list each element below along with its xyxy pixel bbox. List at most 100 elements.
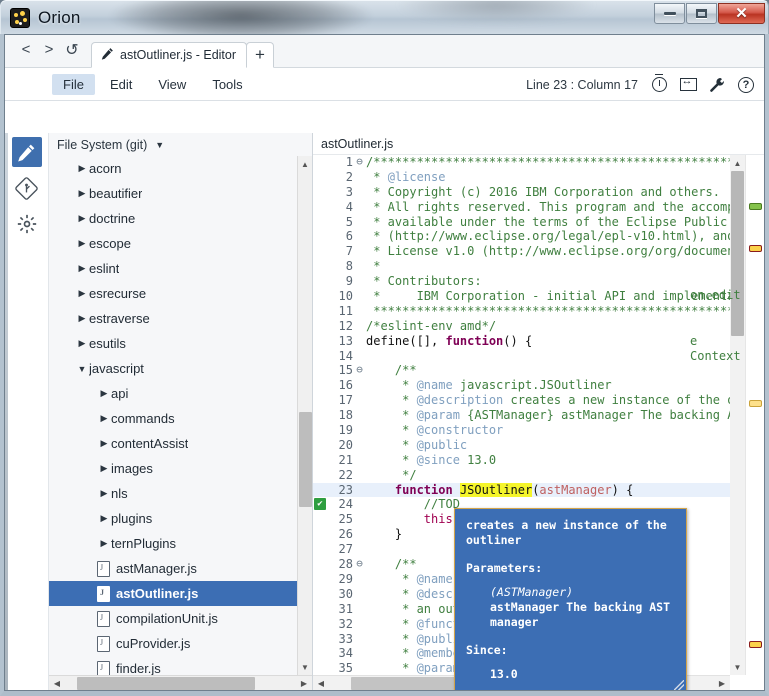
twisty-collapsed-icon[interactable]: ▶: [75, 238, 89, 249]
tree-file[interactable]: finder.js: [49, 656, 297, 675]
code-line[interactable]: 9 * Contributors:: [313, 274, 730, 289]
help-icon[interactable]: ?: [736, 75, 756, 95]
maximize-button[interactable]: [686, 3, 717, 24]
sidebar-vscroll-thumb[interactable]: [298, 412, 312, 507]
line-marker-gutter[interactable]: ✔: [313, 497, 329, 512]
tree-file[interactable]: astOutliner.js: [49, 581, 297, 606]
activity-settings-gear-icon[interactable]: [12, 209, 42, 239]
code-line[interactable]: 10 * IBM Corporation - initial API and i…: [313, 289, 730, 304]
tab-astoutliner-editor[interactable]: astOutliner.js - Editor: [91, 42, 248, 68]
line-marker-gutter[interactable]: [313, 215, 329, 230]
wrench-icon[interactable]: [707, 75, 727, 95]
tree-folder[interactable]: ▶ doctrine: [49, 206, 297, 231]
line-marker-gutter[interactable]: [313, 468, 329, 483]
line-marker-gutter[interactable]: [313, 185, 329, 200]
code-line[interactable]: 14: [313, 349, 730, 364]
line-marker-gutter[interactable]: [313, 363, 329, 378]
twisty-collapsed-icon[interactable]: ▶: [75, 313, 89, 324]
twisty-collapsed-icon[interactable]: ▶: [97, 438, 111, 449]
line-marker-gutter[interactable]: [313, 304, 329, 319]
code-line[interactable]: 12 /*eslint-env amd*/: [313, 319, 730, 334]
code-line[interactable]: 18 * @param {ASTManager} astManager The …: [313, 408, 730, 423]
editor-scroll-left-icon[interactable]: ◀: [313, 676, 329, 691]
menu-file[interactable]: File: [52, 73, 95, 95]
annotation-marker[interactable]: [749, 245, 762, 252]
twisty-collapsed-icon[interactable]: ▶: [75, 263, 89, 274]
line-marker-gutter[interactable]: [313, 661, 329, 675]
editor-scroll-down-icon[interactable]: ▼: [730, 659, 745, 675]
twisty-collapsed-icon[interactable]: ▶: [97, 488, 111, 499]
code-line[interactable]: 23 function JSOutliner(astManager) {: [313, 482, 730, 498]
resize-horizontal-icon[interactable]: [678, 75, 698, 95]
line-marker-gutter[interactable]: [313, 527, 329, 542]
code-line[interactable]: 13 define([], function() {: [313, 334, 730, 349]
tree-folder[interactable]: ▶ nls: [49, 481, 297, 506]
code-line[interactable]: 5 * available under the terms of the Ecl…: [313, 215, 730, 230]
line-marker-gutter[interactable]: [313, 483, 329, 498]
line-marker-gutter[interactable]: [313, 408, 329, 423]
line-marker-gutter[interactable]: [313, 229, 329, 244]
line-marker-gutter[interactable]: [313, 334, 329, 349]
code-line[interactable]: 19 * @constructor: [313, 423, 730, 438]
line-marker-gutter[interactable]: [313, 542, 329, 557]
code-line[interactable]: 15 ⊖ /**: [313, 363, 730, 378]
line-marker-gutter[interactable]: [313, 378, 329, 393]
menu-edit[interactable]: Edit: [99, 74, 143, 95]
code-line[interactable]: 3 * Copyright (c) 2016 IBM Corporation a…: [313, 185, 730, 200]
twisty-collapsed-icon[interactable]: ▶: [97, 388, 111, 399]
line-marker-gutter[interactable]: [313, 155, 329, 170]
back-icon[interactable]: <: [15, 38, 37, 62]
twisty-collapsed-icon[interactable]: ▶: [75, 213, 89, 224]
forward-icon[interactable]: >: [38, 38, 60, 62]
line-marker-gutter[interactable]: [313, 200, 329, 215]
sidebar-vscroll-track[interactable]: [298, 172, 313, 659]
tree-file[interactable]: astManager.js: [49, 556, 297, 581]
twisty-collapsed-icon[interactable]: ▶: [75, 288, 89, 299]
tree-folder[interactable]: ▶ api: [49, 381, 297, 406]
stopwatch-icon[interactable]: [649, 73, 669, 95]
editor-vscroll-track[interactable]: [730, 171, 745, 659]
close-button[interactable]: ✕: [718, 3, 765, 24]
new-tab-button[interactable]: +: [246, 42, 275, 68]
tree-folder[interactable]: ▶ beautifier: [49, 181, 297, 206]
code-line[interactable]: 8 *: [313, 259, 730, 274]
line-marker-gutter[interactable]: [313, 274, 329, 289]
line-marker-gutter[interactable]: [313, 587, 329, 602]
filesystem-selector[interactable]: File System (git) ▼: [49, 133, 312, 156]
code-area[interactable]: 1 ⊖/*************************************…: [313, 155, 764, 690]
line-marker-gutter[interactable]: [313, 646, 329, 661]
line-marker-gutter[interactable]: [313, 632, 329, 647]
twisty-collapsed-icon[interactable]: ▶: [97, 513, 111, 524]
code-line[interactable]: 21 * @since 13.0: [313, 453, 730, 468]
line-marker-gutter[interactable]: [313, 453, 329, 468]
code-line[interactable]: 7 * License v1.0 (http://www.eclipse.org…: [313, 244, 730, 259]
annotation-marker[interactable]: [749, 641, 762, 648]
tree-folder[interactable]: ▶ contentAssist: [49, 431, 297, 456]
code-line[interactable]: 17 * @description creates a new instance…: [313, 393, 730, 408]
line-marker-gutter[interactable]: [313, 393, 329, 408]
editor-vertical-scrollbar[interactable]: ▲ ▼: [730, 155, 745, 675]
twisty-collapsed-icon[interactable]: ▶: [75, 188, 89, 199]
line-marker-gutter[interactable]: [313, 438, 329, 453]
line-marker-gutter[interactable]: [313, 170, 329, 185]
editor-annotation-ruler[interactable]: [745, 155, 764, 675]
tree-folder[interactable]: ▶ ternPlugins: [49, 531, 297, 556]
annotation-marker[interactable]: [749, 400, 762, 407]
fold-collapse-icon[interactable]: ⊖: [353, 557, 366, 572]
line-marker-gutter[interactable]: [313, 289, 329, 304]
twisty-expanded-icon[interactable]: ▼: [75, 364, 89, 374]
tree-folder[interactable]: ▼ javascript: [49, 356, 297, 381]
scroll-up-icon[interactable]: ▲: [298, 156, 313, 172]
tree-file[interactable]: cuProvider.js: [49, 631, 297, 656]
tree-folder[interactable]: ▶ acorn: [49, 156, 297, 181]
sidebar-vertical-scrollbar[interactable]: ▲ ▼: [297, 156, 312, 675]
tree-folder[interactable]: ▶ esutils: [49, 331, 297, 356]
twisty-collapsed-icon[interactable]: ▶: [97, 413, 111, 424]
sidebar-horizontal-scrollbar[interactable]: ◀ ▶: [49, 675, 312, 690]
editor-scroll-up-icon[interactable]: ▲: [730, 155, 745, 171]
line-marker-gutter[interactable]: [313, 617, 329, 632]
code-line[interactable]: 22 */: [313, 468, 730, 483]
tree-folder[interactable]: ▶ esrecurse: [49, 281, 297, 306]
code-line[interactable]: 20 * @public: [313, 438, 730, 453]
tree-folder[interactable]: ▶ commands: [49, 406, 297, 431]
